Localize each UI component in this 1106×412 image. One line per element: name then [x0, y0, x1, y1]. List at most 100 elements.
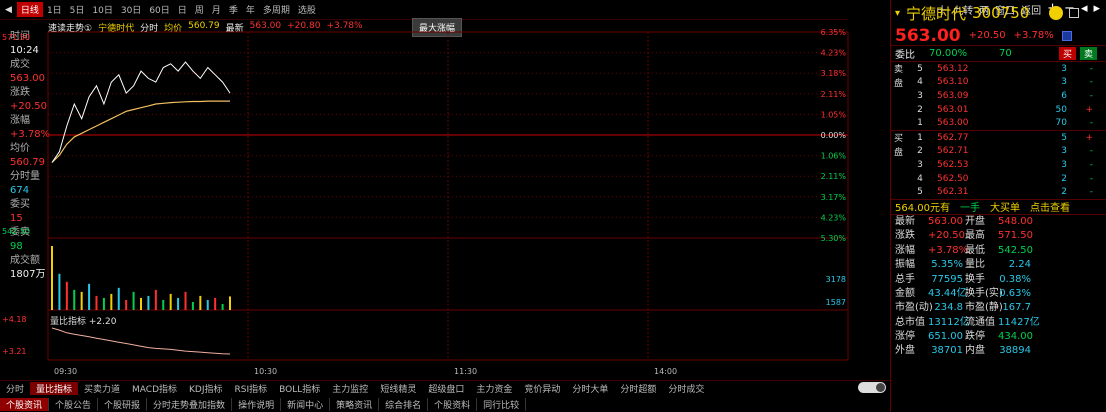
period-tab-3[interactable]: 10日: [88, 2, 116, 17]
quote-panel: ▾ 宁德时代 300750 563.00 +20.50 +3.78% 委比 70…: [890, 0, 1106, 412]
current-price: 563.00: [895, 25, 961, 46]
indicator-tab-8[interactable]: 短线精灵: [374, 382, 422, 395]
bid-row-3[interactable]: 4 562.50 2 -: [891, 172, 1106, 186]
pct-tick-2: 3.18%: [821, 69, 847, 78]
volume-bar-16: [169, 293, 172, 310]
stat-value-6b: 167.7: [1002, 302, 1031, 314]
indicator-tab-10[interactable]: 主力资金: [470, 382, 518, 395]
bid-price: 562.71: [937, 146, 969, 157]
bid-level: 1: [917, 132, 923, 143]
stat-pad-8b: [1063, 330, 1103, 344]
indicator-tab-4[interactable]: KDJ指标: [183, 382, 229, 395]
big-order-hint[interactable]: 点击查看: [1030, 199, 1070, 214]
period-tab-10[interactable]: 年: [242, 2, 259, 17]
period-toolbar: ◀ 日线 1日 5日 10日 30日 60日日周月季年多周期 选股: [0, 0, 848, 20]
ask-row-0[interactable]: 卖 5 563.12 3 -: [891, 62, 1106, 76]
period-tab-7[interactable]: 周: [191, 2, 208, 17]
stat-label-8b: 跌停: [965, 331, 985, 343]
stat-pad-2a: [1033, 244, 1063, 258]
bid-volume: 2: [1061, 173, 1067, 184]
volume-bar-23: [221, 303, 224, 310]
stat-value-0a: 563.00: [928, 215, 963, 227]
ask-change: -: [1089, 77, 1093, 88]
info-tab-4[interactable]: 操作说明: [232, 397, 282, 411]
period-tab-11[interactable]: 多周期: [259, 2, 294, 17]
stat-label-6b: 市盈(静): [965, 302, 1003, 314]
period-tab-1[interactable]: 1日: [43, 2, 66, 17]
period-tab-8[interactable]: 月: [208, 2, 225, 17]
volume-bar-5: [88, 283, 91, 310]
buy-button[interactable]: 买: [1059, 47, 1077, 60]
stat-pad-3a: [1033, 258, 1063, 272]
stat-label-1a: 涨跌: [895, 230, 915, 242]
expand-icon[interactable]: [1061, 30, 1072, 41]
bid-volume: 3: [1061, 159, 1067, 170]
stat-value-9a: 38701: [931, 345, 963, 357]
bid-row-4[interactable]: 5 562.31 2 -: [891, 185, 1106, 199]
stat-pad-9a: [1033, 344, 1063, 358]
volume-bar-15: [162, 299, 165, 310]
period-tab-4[interactable]: 30日: [117, 2, 145, 17]
indicator-tab-9[interactable]: 超级盘口: [422, 382, 470, 395]
indicator-tab-0[interactable]: 分时: [0, 382, 30, 395]
indicator-tab-6[interactable]: BOLL指标: [273, 382, 326, 395]
stat-label-5b: 换手(实): [965, 287, 1003, 299]
intraday-chart[interactable]: 6.35% 4.23% 3.18% 2.11% 1.05% 0.00% 1.06% 2.11%…: [0, 20, 890, 380]
ask-row-1[interactable]: 盘 4 563.10 3 -: [891, 76, 1106, 90]
indicator-tab-12[interactable]: 分时大单: [566, 382, 614, 395]
indicator-tab-14[interactable]: 分时成交: [662, 382, 710, 395]
big-order-row[interactable]: 564.00元有 一手 大买单 点击查看: [891, 198, 1106, 215]
period-tab-6[interactable]: 日: [174, 2, 191, 17]
indicator-tick-1: +3.21: [2, 347, 27, 356]
period-tab-9[interactable]: 季: [225, 2, 242, 17]
sell-button[interactable]: 卖: [1080, 47, 1098, 60]
dropdown-icon[interactable]: ▾: [895, 8, 900, 19]
volume-bar-21: [206, 299, 209, 310]
favorite-icon[interactable]: [1049, 6, 1064, 20]
period-tab-5[interactable]: 60日: [145, 2, 173, 17]
ask-row-3[interactable]: 2 563.01 50 +: [891, 103, 1106, 117]
toggle-switch[interactable]: [858, 382, 886, 393]
window-icon[interactable]: [1069, 8, 1080, 18]
stat-value-8a: 651.00: [928, 331, 963, 343]
info-tab-7[interactable]: 综合排名: [379, 397, 429, 411]
stat-label-0a: 最新: [895, 215, 915, 227]
period-tab-2[interactable]: 5日: [66, 2, 89, 17]
volume-bar-12: [140, 297, 142, 310]
indicator-tab-3[interactable]: MACD指标: [126, 382, 183, 395]
bid-price: 562.77: [937, 132, 969, 143]
indicator-tab-13[interactable]: 分时超额: [614, 382, 662, 395]
pct-tick-9: 4.23%: [821, 213, 847, 222]
ask-row-2[interactable]: 3 563.09 6 -: [891, 89, 1106, 103]
stat-value-1a: +20.50: [928, 230, 966, 242]
bid-price: 562.31: [937, 187, 969, 198]
ask-row-4[interactable]: 1 563.00 70 -: [891, 116, 1106, 130]
info-tab-5[interactable]: 新闻中心: [281, 397, 331, 411]
info-tab-6[interactable]: 策略资讯: [330, 397, 380, 411]
stat-pad-8a: [1033, 330, 1063, 344]
indicator-tab-2[interactable]: 买卖力道: [78, 382, 126, 395]
bid-row-0[interactable]: 买 1 562.77 5 +: [891, 131, 1106, 145]
bid-row-2[interactable]: 3 562.53 3 -: [891, 158, 1106, 172]
info-tab-0[interactable]: 个股资讯: [0, 397, 50, 411]
period-tab-12[interactable]: 选股: [294, 2, 320, 17]
back-arrow-icon[interactable]: ◀: [0, 5, 17, 15]
info-tab-3[interactable]: 分时走势叠加指数: [147, 397, 233, 411]
vol-tick-1: 1587: [826, 298, 846, 307]
bid-row-1[interactable]: 盘 2 562.71 3 -: [891, 145, 1106, 159]
info-tab-2[interactable]: 个股研报: [98, 397, 148, 411]
bid-price: 562.50: [937, 173, 969, 184]
pct-tick-1: 4.23%: [821, 49, 847, 58]
indicator-tab-5[interactable]: RSI指标: [229, 382, 274, 395]
indicator-tab-11[interactable]: 竞价异动: [518, 382, 566, 395]
indicator-tab-7[interactable]: 主力监控: [326, 382, 374, 395]
stat-pad-0b: [1063, 215, 1103, 229]
ask-price: 563.09: [937, 90, 969, 101]
info-tab-9[interactable]: 同行比较: [477, 397, 527, 411]
period-tab-0[interactable]: 日线: [16, 2, 43, 17]
period-tabs: 日线 1日 5日 10日 30日 60日日周月季年多周期 选股: [16, 2, 320, 17]
indicator-tab-1[interactable]: 量比指标: [30, 381, 79, 395]
info-tab-1[interactable]: 个股公告: [49, 397, 99, 411]
stats-grid: 最新 563.00 开盘 548.00 涨跌 +20.50 最高 571.50 涨幅 +3.78%…: [891, 215, 1106, 359]
info-tab-8[interactable]: 个股资料: [428, 397, 478, 411]
